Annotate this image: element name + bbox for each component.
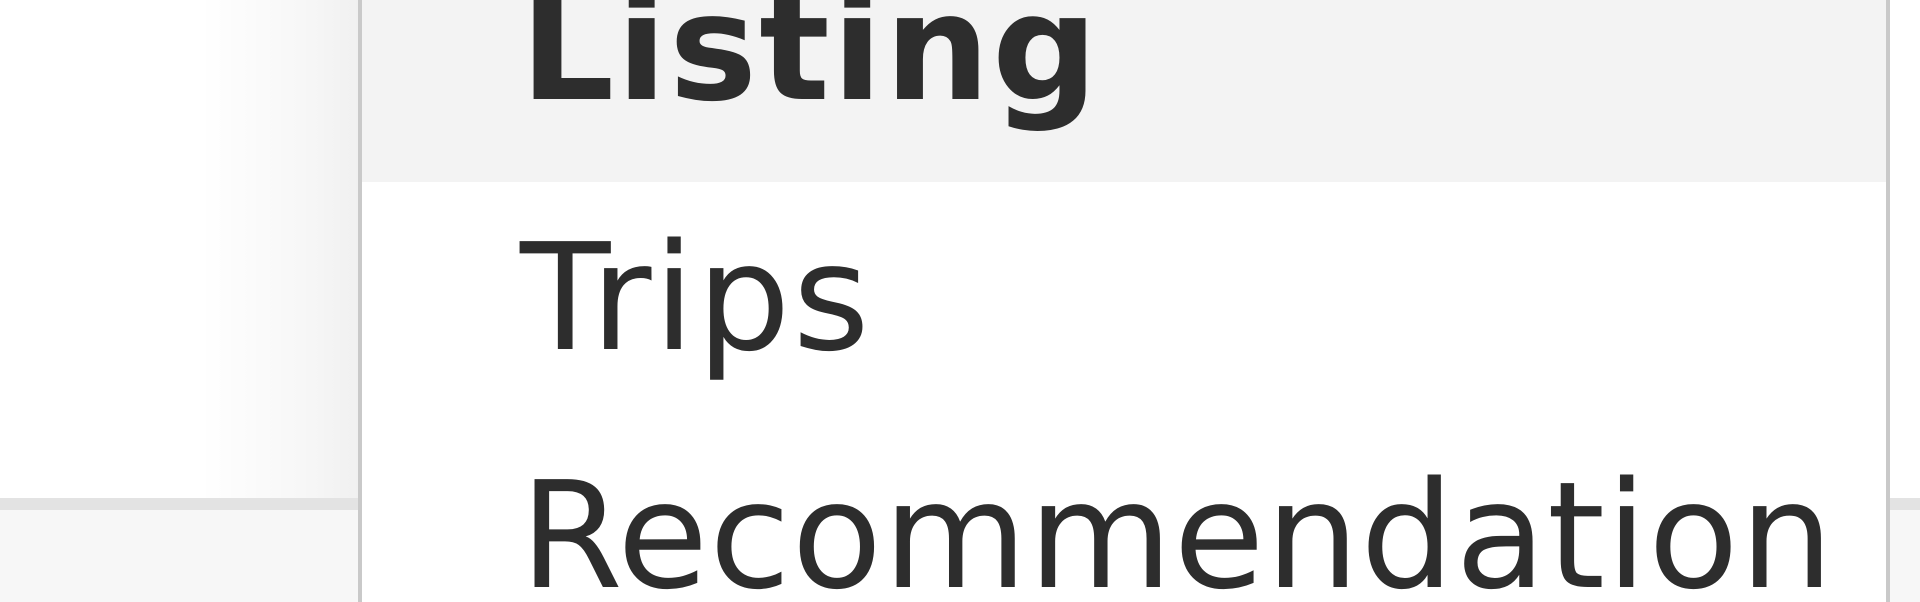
menu-item-trips[interactable]: Trips [362,182,1886,422]
menu-item-trips-label: Trips [520,212,872,384]
menu-item-recommendation-label: Recommendation [520,450,1835,602]
menu-item-recommendation[interactable]: Recommendation [362,422,1886,602]
menu-item-listing-label: Listing [520,0,1100,134]
page: Listing Trips Recommendation [0,0,1920,602]
dropdown-menu: Listing Trips Recommendation [358,0,1890,602]
menu-item-listing[interactable]: Listing [362,0,1886,182]
